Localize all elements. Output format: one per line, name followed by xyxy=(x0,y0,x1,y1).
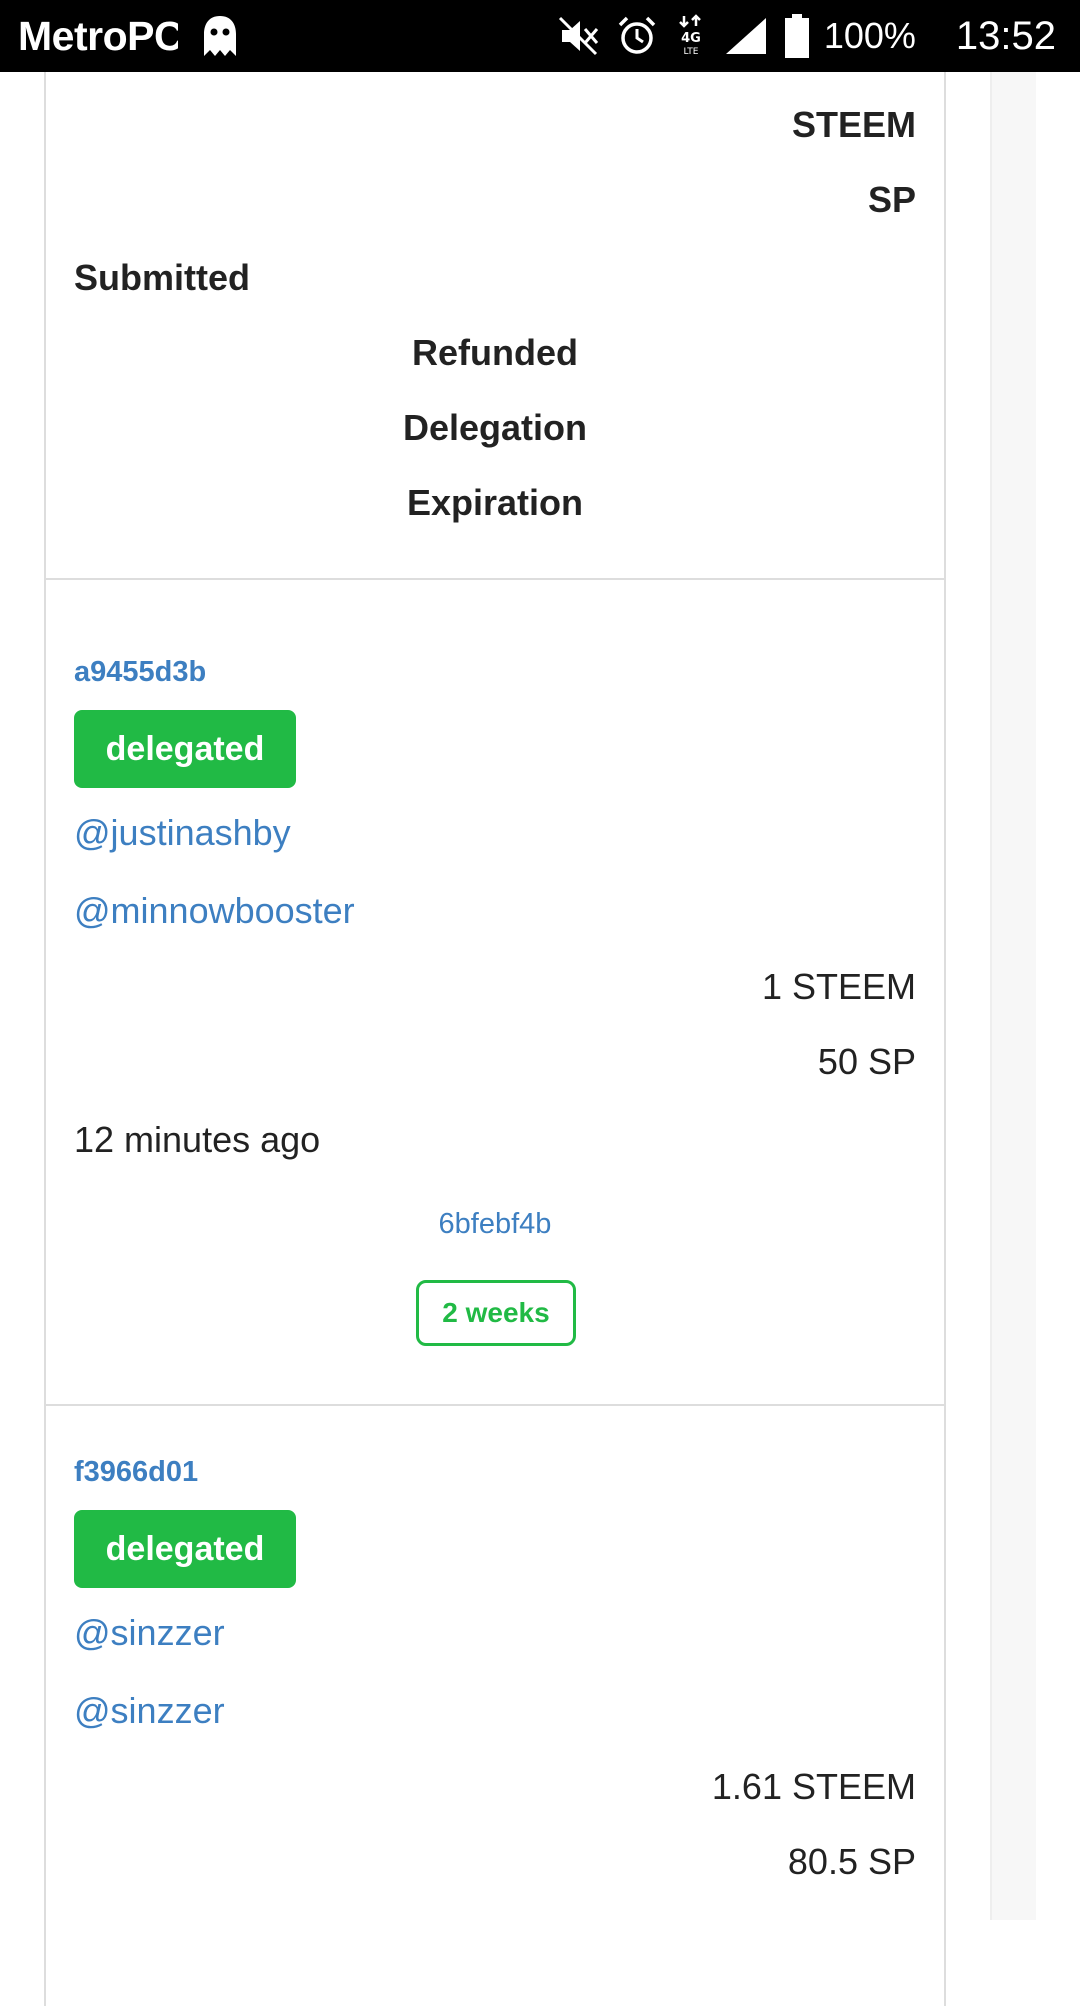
transaction-id-link[interactable]: a9455d3b xyxy=(74,656,206,689)
status-badge: delegated xyxy=(74,1510,296,1588)
to-account-link[interactable]: @sinzzer xyxy=(74,1690,225,1732)
transaction-id-link[interactable]: f3966d01 xyxy=(74,1456,198,1489)
from-account-link[interactable]: @justinashby xyxy=(74,812,291,854)
table-row: a9455d3b delegated @justinashby @minnowb… xyxy=(44,580,946,1406)
battery-percent: 100% xyxy=(823,15,916,56)
table-row: f3966d01 delegated @sinzzer @sinzzer 1.6… xyxy=(44,1406,946,2006)
steem-amount: 1.61 STEEM xyxy=(711,1766,916,1807)
sp-amount: 50 SP xyxy=(817,1041,916,1082)
from-account-link[interactable]: @sinzzer xyxy=(74,1612,225,1654)
data-arrows-icon: 4G LTE xyxy=(674,14,708,58)
delegation-tx-link[interactable]: 6bfebf4b xyxy=(46,1208,944,1241)
header-delegation: Delegation xyxy=(402,407,588,448)
alarm-icon xyxy=(616,15,658,57)
status-badge: delegated xyxy=(74,710,296,788)
ghost-icon xyxy=(204,16,236,56)
header-submitted: Submitted xyxy=(74,257,250,298)
table-header: STEEM SP Submitted Refunded Delegation E… xyxy=(44,72,946,580)
sp-amount: 80.5 SP xyxy=(787,1841,916,1882)
header-sp: SP xyxy=(867,179,916,220)
to-account-link[interactable]: @minnowbooster xyxy=(74,890,355,932)
signal-icon xyxy=(724,16,768,56)
status-bar: MetroPCS 4G LTE xyxy=(0,0,1080,72)
carrier-name: MetroPCS xyxy=(18,12,178,59)
submitted-time: 12 minutes ago xyxy=(74,1119,321,1160)
page-content: STEEM SP Submitted Refunded Delegation E… xyxy=(0,72,1080,2006)
steem-amount: 1 STEEM xyxy=(761,966,916,1007)
network-label: 4G xyxy=(681,31,701,46)
header-steem: STEEM xyxy=(791,104,916,145)
expiration-badge: 2 weeks xyxy=(416,1280,576,1346)
clock: 13:52 xyxy=(955,13,1056,58)
svg-text:LTE: LTE xyxy=(683,47,698,57)
right-gutter xyxy=(990,72,1036,1920)
header-expiration: Expiration xyxy=(406,482,584,523)
battery-icon xyxy=(784,14,810,58)
header-refunded: Refunded xyxy=(412,332,578,373)
mute-icon xyxy=(556,14,600,58)
